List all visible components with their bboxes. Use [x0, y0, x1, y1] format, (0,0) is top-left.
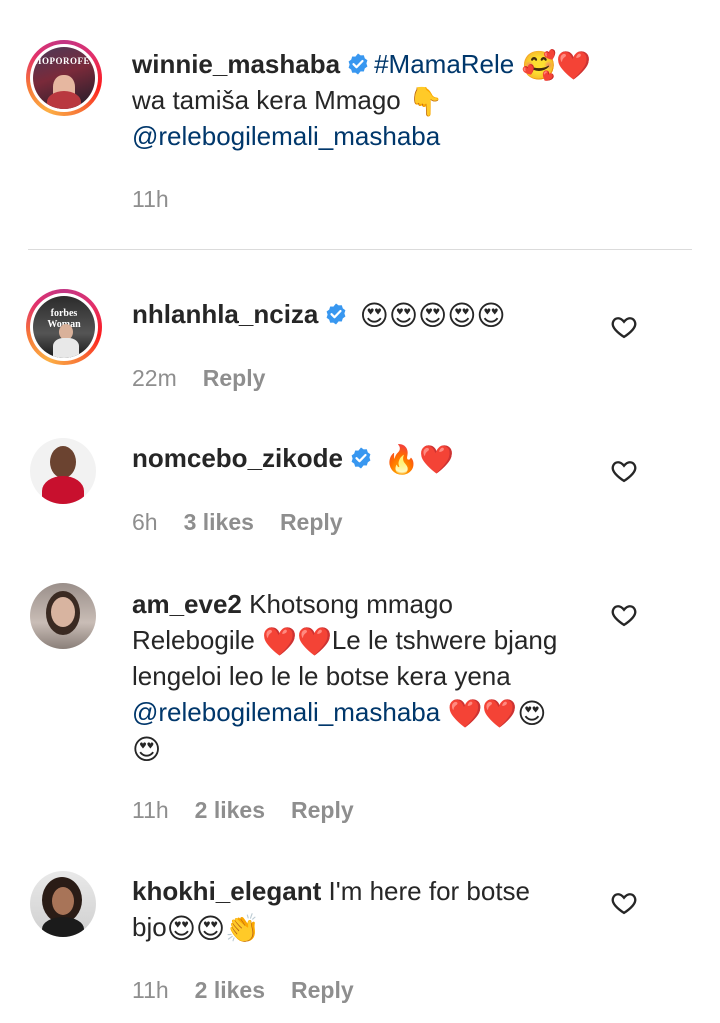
caption-text: wa tamiša kera Mmago [132, 85, 401, 115]
timestamp: 6h [132, 509, 158, 535]
heart-eyes-emoji-group: 😍😍😍😍😍 [359, 299, 506, 332]
avatar-am-eve2[interactable] [30, 583, 96, 649]
verified-badge-icon [326, 303, 346, 325]
fire-heart-emoji-group: 🔥❤️ [384, 443, 454, 476]
likes-count[interactable]: 3 likes [184, 509, 254, 535]
avatar-khokhi-elegant[interactable] [30, 871, 96, 937]
verified-badge-icon [348, 53, 368, 75]
username-am-eve2[interactable]: am_eve2 [132, 589, 242, 619]
reply-button[interactable]: Reply [280, 509, 343, 535]
pointing-down-emoji: 👇 [408, 85, 443, 118]
comment-text: I'm here for botse [328, 876, 531, 906]
like-heart-icon[interactable] [610, 601, 638, 629]
comment-text: Khotsong mmago [249, 589, 453, 619]
like-heart-icon[interactable] [610, 457, 638, 485]
timestamp: 22m [132, 365, 177, 391]
mention-link[interactable]: @relebogilemali_mashaba [132, 697, 440, 727]
username-nhlanhla-nciza[interactable]: nhlanhla_nciza [132, 299, 318, 329]
caption-divider [28, 249, 692, 250]
avatar-text: MOPOROFETA [33, 56, 95, 66]
hearts-heart-eyes-emoji: ❤️❤️😍 [447, 697, 547, 730]
comment-text: Relebogile [132, 625, 255, 655]
username-khokhi-elegant[interactable]: khokhi_elegant [132, 876, 321, 906]
heart-eyes-emoji: 😍 [132, 733, 162, 766]
avatar-nhlanhla-nciza[interactable]: forbes Woman [26, 289, 102, 365]
avatar-winnie-mashaba[interactable]: MOPOROFETA [26, 40, 102, 116]
likes-count[interactable]: 2 likes [195, 797, 265, 823]
hashtag-link[interactable]: #MamaRele [374, 49, 514, 79]
username-winnie-mashaba[interactable]: winnie_mashaba [132, 49, 340, 79]
comment-text: Le le tshwere bjang [331, 625, 558, 655]
mention-link[interactable]: @relebogilemali_mashaba [132, 121, 440, 151]
comment-text: lengeloi leo le le botse kera yena [132, 661, 511, 691]
heart-eyes-clap-emoji: 😍😍👏 [166, 912, 260, 945]
timestamp: 11h [132, 186, 169, 212]
reply-button[interactable]: Reply [291, 977, 354, 1003]
username-nomcebo-zikode[interactable]: nomcebo_zikode [132, 443, 343, 473]
timestamp: 11h [132, 797, 169, 823]
like-heart-icon[interactable] [610, 889, 638, 917]
like-heart-icon[interactable] [610, 313, 638, 341]
reply-button[interactable]: Reply [203, 365, 266, 391]
comment-text: bjo [132, 912, 167, 942]
likes-count[interactable]: 2 likes [195, 977, 265, 1003]
avatar-nomcebo-zikode[interactable] [30, 438, 96, 504]
red-hearts-emoji: ❤️❤️ [262, 625, 332, 658]
timestamp: 11h [132, 977, 169, 1003]
emoji-group: 🥰❤️ [521, 49, 592, 82]
verified-badge-icon [351, 447, 371, 469]
reply-button[interactable]: Reply [291, 797, 354, 823]
